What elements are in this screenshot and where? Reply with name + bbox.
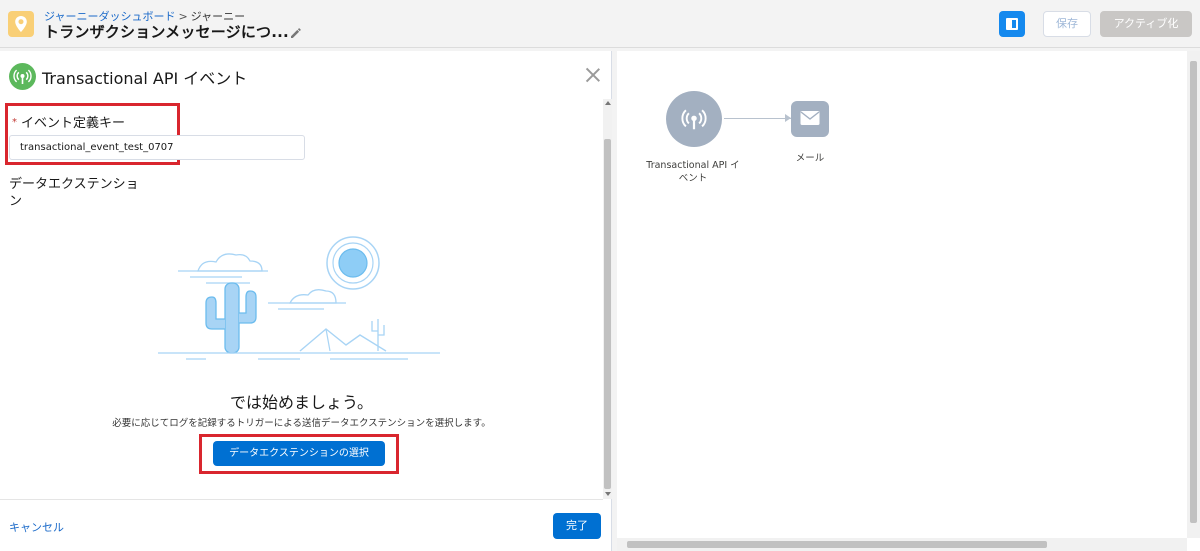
node-connector <box>724 118 792 119</box>
activate-button[interactable]: アクティブ化 <box>1100 11 1192 37</box>
select-data-extension-button[interactable]: データエクステンションの選択 <box>213 441 385 466</box>
journey-canvas[interactable]: Transactional API イベント メール <box>617 51 1200 551</box>
cancel-link[interactable]: キャンセル <box>9 519 64 535</box>
close-icon[interactable] <box>585 67 601 83</box>
api-event-node-label: Transactional API イベント <box>646 160 740 184</box>
scroll-up-arrow-icon[interactable] <box>605 101 611 105</box>
scroll-down-arrow-icon[interactable] <box>605 492 611 496</box>
canvas-horizontal-scroll-thumb[interactable] <box>627 541 1047 548</box>
canvas-horizontal-scrollbar[interactable] <box>617 538 1187 551</box>
panel-scrollbar[interactable] <box>603 99 612 499</box>
api-event-node[interactable] <box>666 91 722 147</box>
entry-source-config-panel: Transactional API イベント * イベント定義キー transac… <box>0 51 612 551</box>
panel-title: Transactional API イベント <box>42 69 248 88</box>
canvas-vertical-scrollbar[interactable] <box>1187 51 1200 538</box>
pencil-icon[interactable] <box>290 24 302 43</box>
panel-footer: キャンセル 完了 <box>0 499 603 551</box>
journey-title: トランザクションメッセージにつ... <box>44 23 289 41</box>
email-node-label: メール <box>795 153 825 164</box>
broadcast-icon <box>681 109 707 130</box>
event-key-input[interactable]: transactional_event_test_0707 <box>9 135 305 160</box>
envelope-icon <box>800 111 820 125</box>
top-header: ジャーニーダッシュボード > ジャーニー トランザクションメッセージにつ... 保存… <box>0 0 1200 48</box>
panel-toggle-icon[interactable] <box>999 11 1025 37</box>
required-marker: * <box>12 117 17 128</box>
scroll-thumb[interactable] <box>604 139 611 489</box>
done-button[interactable]: 完了 <box>553 513 601 539</box>
broadcast-icon <box>9 63 36 90</box>
empty-state-title: では始めましょう。 <box>229 393 374 412</box>
canvas-vertical-scroll-thumb[interactable] <box>1190 61 1197 523</box>
map-pin-icon <box>8 11 34 37</box>
data-extension-label: データエクステンション <box>9 177 139 209</box>
desert-illustration <box>158 236 440 360</box>
panel-header: Transactional API イベント <box>0 51 612 99</box>
empty-state-description: 必要に応じてログを記録するトリガーによる送信データエクステンションを選択します。 <box>112 418 491 429</box>
event-key-label-text: イベント定義キー <box>21 116 126 131</box>
event-key-label: * イベント定義キー <box>12 112 125 131</box>
email-node[interactable] <box>791 101 829 137</box>
save-button[interactable]: 保存 <box>1043 11 1091 37</box>
